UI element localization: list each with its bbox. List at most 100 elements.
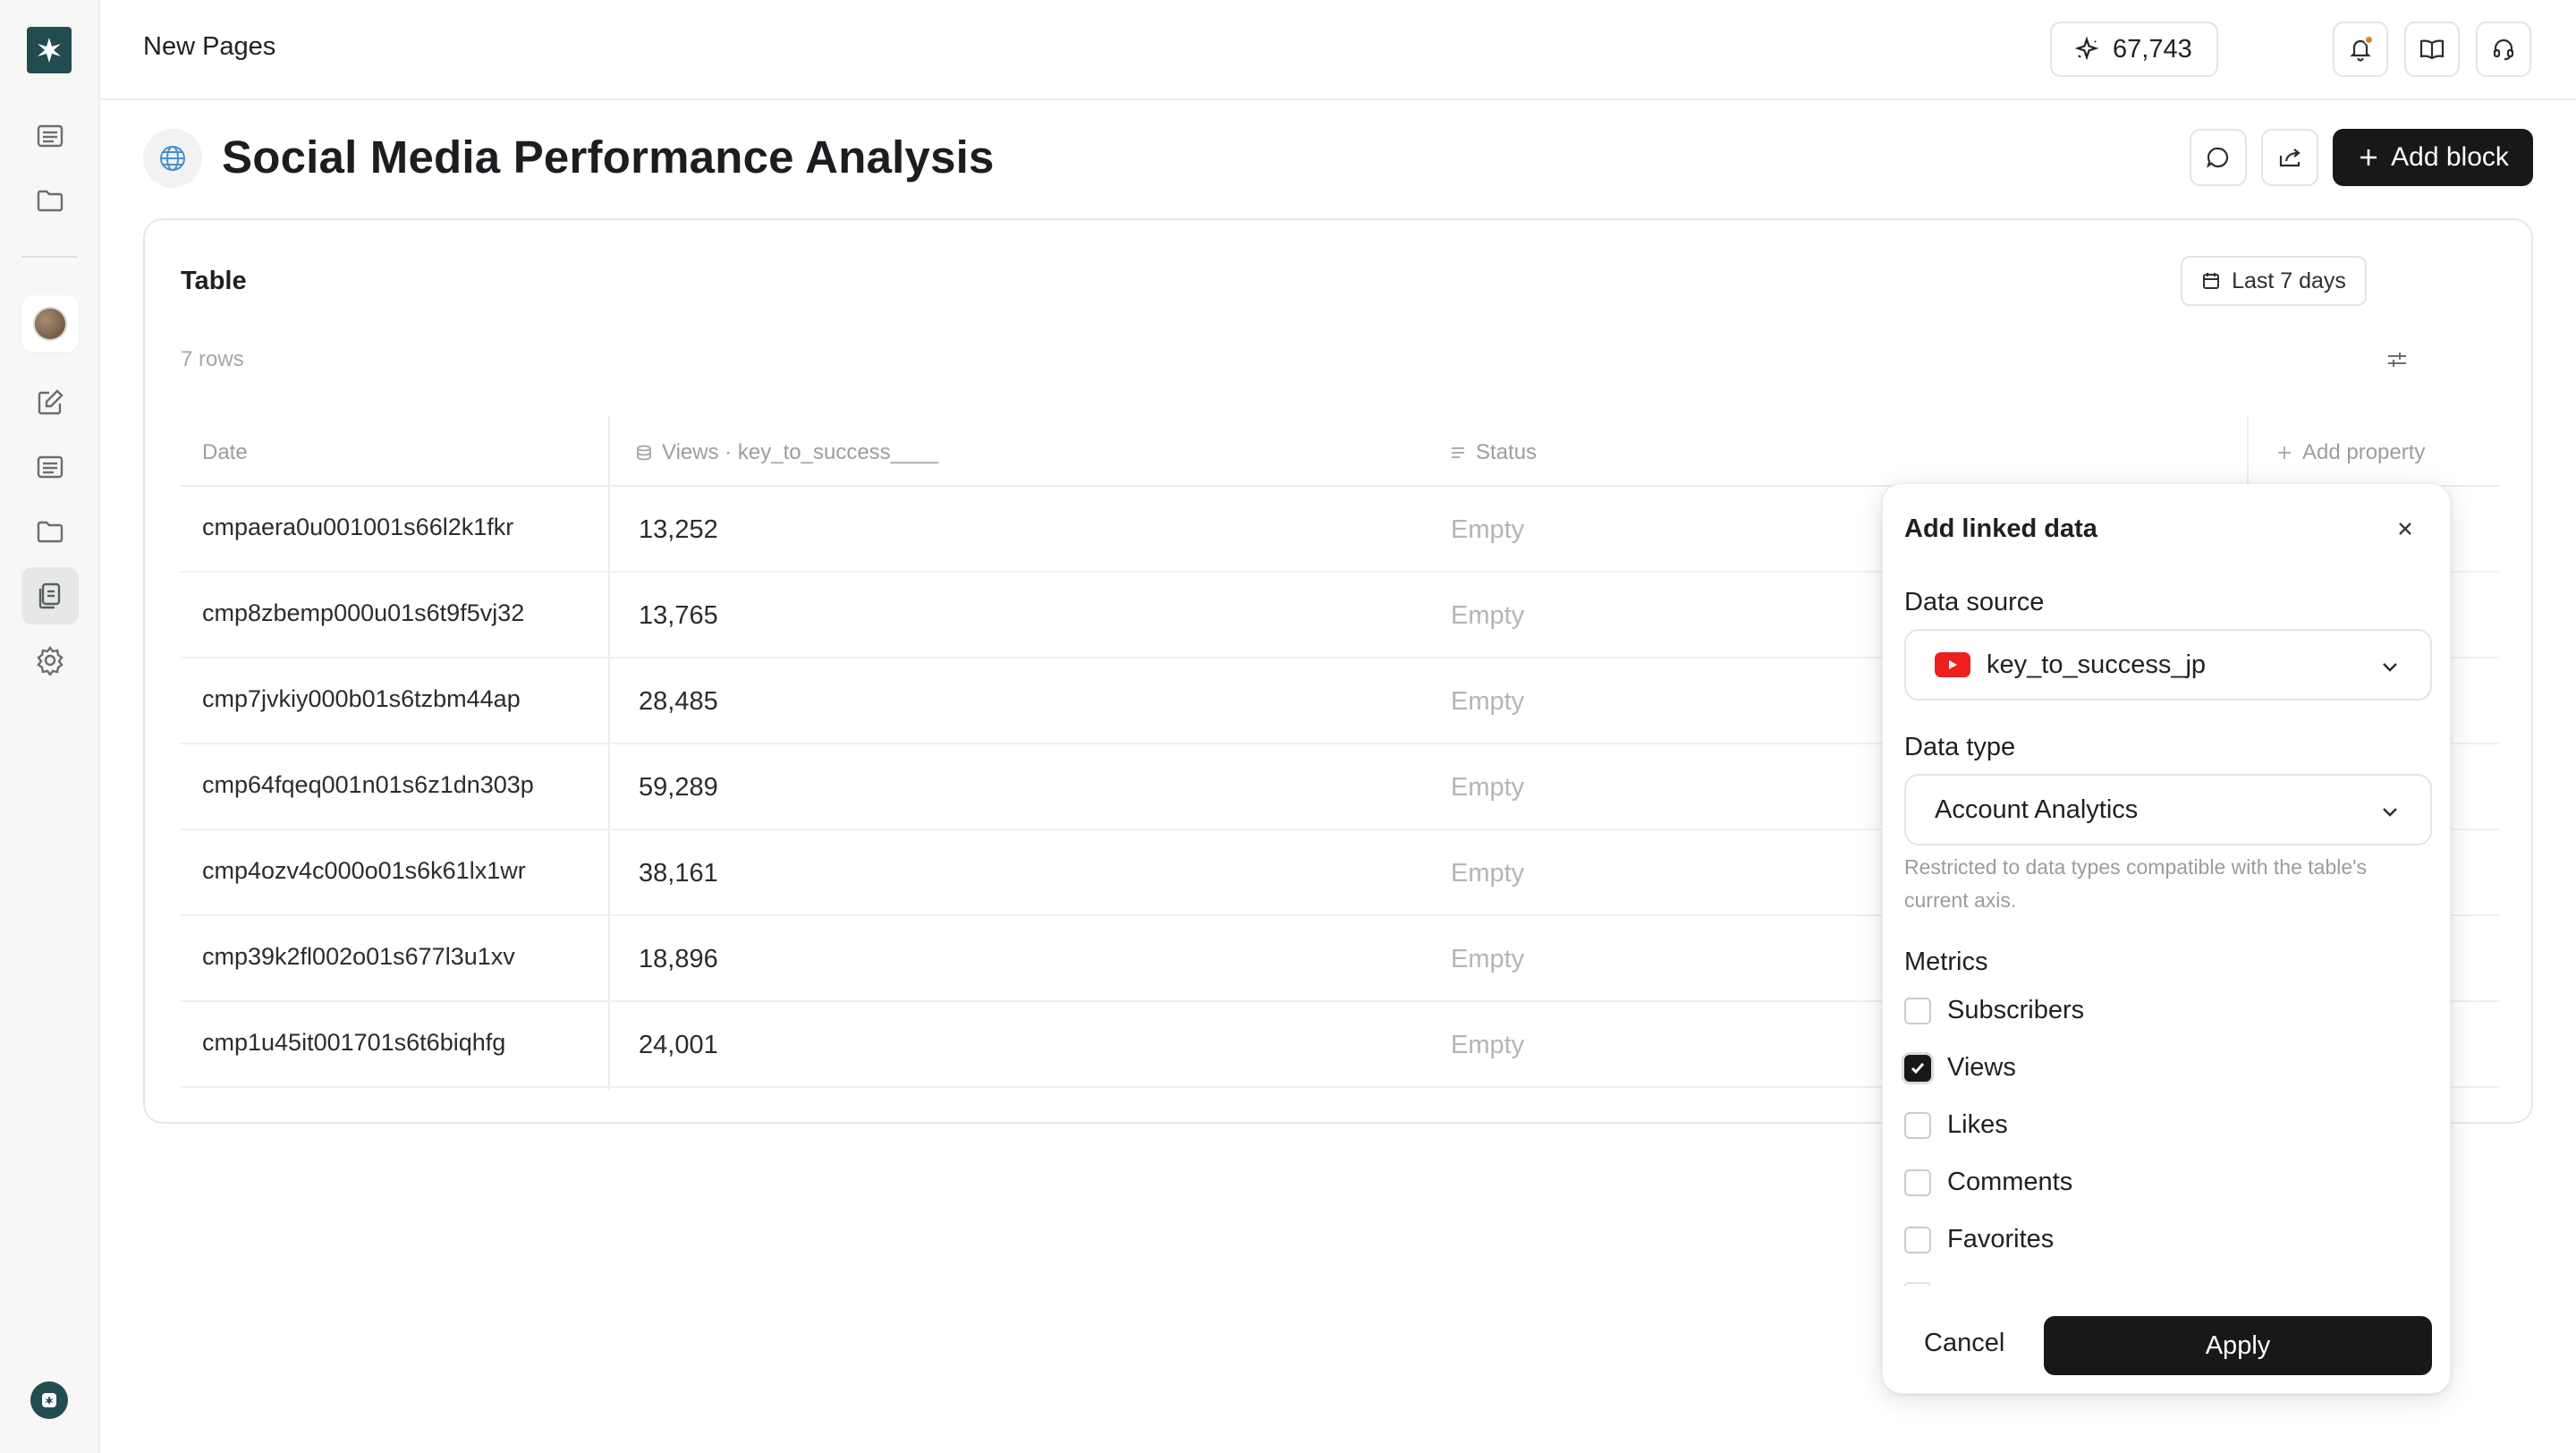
comment-button[interactable]	[2190, 129, 2247, 186]
book-icon	[2419, 39, 2445, 60]
checkbox[interactable]	[1904, 1226, 1931, 1253]
credits-button[interactable]: 67,743	[2050, 21, 2218, 77]
add-block-button[interactable]: Add block	[2333, 129, 2533, 186]
rail-folder-icon[interactable]	[21, 172, 79, 229]
metric-label: Comments	[1947, 1168, 2073, 1196]
list-icon	[1452, 447, 1464, 458]
cell-status[interactable]: Empty	[1451, 859, 1524, 888]
rail-divider	[21, 256, 77, 258]
youtube-icon	[1935, 652, 1970, 677]
metric-favorites[interactable]: Favorites	[1904, 1225, 2054, 1254]
metric-views[interactable]: Views	[1904, 1053, 2016, 1083]
column-header-status[interactable]: Status	[1449, 440, 1537, 465]
share-icon	[2279, 149, 2301, 167]
metrics-label: Metrics	[1904, 947, 1988, 976]
metric-subscribers[interactable]: Subscribers	[1904, 996, 2084, 1025]
cell-views[interactable]: 28,485	[639, 687, 718, 717]
metric-label: Likes	[1947, 1110, 2008, 1139]
help-logo-icon[interactable]	[30, 1381, 68, 1419]
date-range-button[interactable]: Last 7 days	[2181, 256, 2367, 306]
cell-date[interactable]: cmp8zbemp000u01s6t9f5vj32	[202, 599, 524, 627]
cell-date[interactable]: cmp7jvkiy000b01s6tzbm44ap	[202, 685, 521, 713]
support-button[interactable]	[2476, 21, 2531, 77]
cell-views[interactable]: 18,896	[639, 945, 718, 974]
cell-views[interactable]: 13,252	[639, 515, 718, 545]
rail-documents-icon[interactable]	[21, 567, 79, 625]
chevron-down-icon	[2383, 808, 2397, 817]
column-header-views-label: Views · key_to_success____	[662, 440, 939, 464]
cell-views[interactable]: 24,001	[639, 1031, 718, 1060]
cell-views[interactable]: 59,289	[639, 773, 718, 803]
data-source-label: Data source	[1904, 588, 2045, 616]
checkbox-checked[interactable]	[1904, 1054, 1931, 1082]
cell-date[interactable]: cmp39k2fl002o01s677l3u1xv	[202, 943, 515, 971]
workspace-avatar-button[interactable]	[21, 295, 79, 353]
app-logo-icon[interactable]	[27, 27, 72, 73]
checkbox[interactable]	[1904, 1111, 1931, 1139]
column-header-date[interactable]: Date	[202, 440, 248, 465]
cell-status[interactable]: Empty	[1451, 601, 1524, 631]
column-header-date-label: Date	[202, 440, 248, 464]
cell-views[interactable]: 13,765	[639, 601, 718, 631]
data-type-select[interactable]: Account Analytics	[1904, 774, 2432, 845]
popover-title: Add linked data	[1904, 514, 2097, 543]
table-header: Date Views · key_to_success____ Status A…	[181, 415, 2499, 487]
metric-label: Favorites	[1947, 1225, 2055, 1253]
docs-button[interactable]	[2404, 21, 2460, 77]
cancel-button[interactable]: Cancel	[1924, 1329, 2004, 1358]
headset-icon	[2493, 38, 2514, 61]
column-header-views[interactable]: Views · key_to_success____	[635, 440, 938, 465]
rail-folder2-icon[interactable]	[21, 503, 79, 560]
checkbox[interactable]	[1904, 1168, 1931, 1196]
cell-views[interactable]: 38,161	[639, 859, 718, 888]
row-count: 7 rows	[181, 347, 244, 371]
checkbox[interactable]	[1904, 997, 1931, 1024]
add-property-label: Add property	[2302, 440, 2426, 464]
metric-label: Views	[1947, 1053, 2016, 1082]
apply-button[interactable]: Apply	[2044, 1316, 2432, 1375]
data-source-select[interactable]: key_to_success_jp	[1904, 629, 2432, 701]
cell-status[interactable]: Empty	[1451, 687, 1524, 717]
cell-date[interactable]: cmpaera0u001001s66l2k1fkr	[202, 514, 513, 541]
notifications-button[interactable]	[2333, 21, 2388, 77]
metric-label: Subscribers	[1947, 996, 2085, 1024]
plus-icon	[2360, 149, 2377, 166]
checkbox-partial-scroll	[1904, 1282, 1931, 1286]
data-type-label: Data type	[1904, 733, 2016, 761]
cell-date[interactable]: cmp1u45it001701s6t6biqhfg	[202, 1029, 505, 1057]
rail-pages-icon[interactable]	[21, 107, 79, 165]
column-header-status-label: Status	[1476, 440, 1538, 464]
cell-date[interactable]: cmp4ozv4c000o01s6k61lx1wr	[202, 857, 526, 885]
add-block-label: Add block	[2391, 142, 2509, 172]
rail-edit-icon[interactable]	[21, 374, 79, 431]
sparkle-icon	[2074, 36, 2099, 61]
breadcrumb[interactable]: New Pages	[143, 32, 275, 62]
data-type-value: Account Analytics	[1935, 794, 2139, 824]
cell-date[interactable]: cmp64fqeq001n01s6z1dn303p	[202, 771, 534, 799]
add-linked-data-popover: Add linked data Data source key_to_succe…	[1882, 483, 2451, 1394]
cell-status[interactable]: Empty	[1451, 773, 1524, 803]
left-rail	[0, 0, 100, 1453]
add-property-button[interactable]: Add property	[2275, 440, 2425, 465]
page-globe-icon[interactable]	[143, 129, 202, 188]
table-title[interactable]: Table	[181, 267, 247, 296]
cell-status[interactable]: Empty	[1451, 1031, 1524, 1060]
avatar	[33, 307, 67, 341]
comment-icon	[2207, 147, 2229, 168]
plus-icon	[2278, 446, 2291, 459]
metric-likes[interactable]: Likes	[1904, 1110, 2008, 1140]
date-range-label: Last 7 days	[2232, 268, 2346, 293]
metric-comments[interactable]: Comments	[1904, 1168, 2072, 1197]
rail-settings-icon[interactable]	[21, 632, 79, 689]
share-button[interactable]	[2261, 129, 2318, 186]
table-settings-icon[interactable]	[2385, 347, 2410, 372]
data-source-value: key_to_success_jp	[1987, 650, 2207, 679]
rail-list-icon[interactable]	[21, 438, 79, 496]
cell-status[interactable]: Empty	[1451, 945, 1524, 974]
check-icon	[1911, 1062, 1925, 1074]
close-icon[interactable]	[2393, 516, 2418, 541]
data-type-hint: Restricted to data types compatible with…	[1904, 855, 2368, 912]
page-title[interactable]: Social Media Performance Analysis	[222, 131, 995, 183]
chevron-down-icon	[2383, 663, 2397, 672]
cell-status[interactable]: Empty	[1451, 515, 1524, 545]
